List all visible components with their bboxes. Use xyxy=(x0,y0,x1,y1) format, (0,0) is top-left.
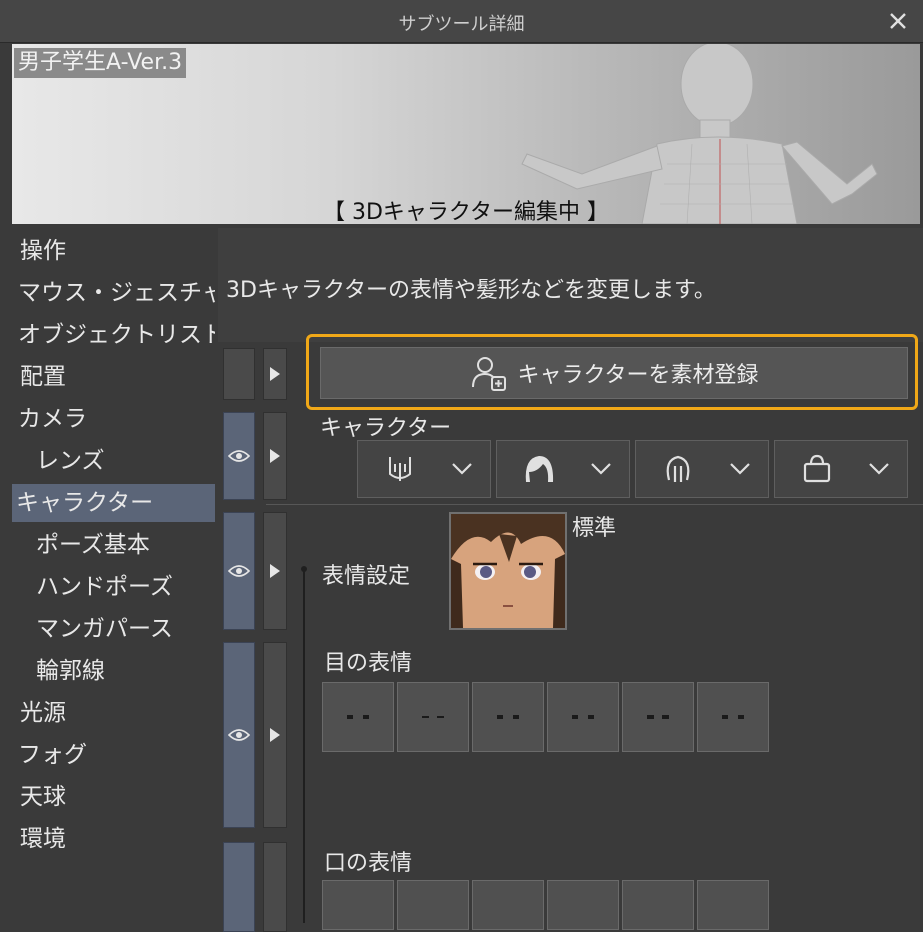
character-face-icon xyxy=(451,514,565,628)
character-label: キャラクター xyxy=(320,416,452,441)
sidebar-item-lens[interactable]: レンズ xyxy=(12,442,215,480)
visibility-toggle[interactable] xyxy=(223,512,255,630)
expression-preset-thumbnail[interactable] xyxy=(449,512,567,630)
sidebar-item-camera[interactable]: カメラ xyxy=(12,400,215,438)
tree-line xyxy=(303,570,305,923)
section-divider xyxy=(266,504,923,505)
sidebar-item-label: 天球 xyxy=(20,784,66,810)
head-icon xyxy=(666,455,690,482)
sidebar-item-label: ポーズ基本 xyxy=(36,532,150,558)
subtool-name: 男子学生A-Ver.3 xyxy=(14,48,187,78)
register-button-label: キャラクターを素材登録 xyxy=(517,363,759,388)
sidebar-item-manga-perspective[interactable]: マンガパース xyxy=(12,610,215,648)
sidebar-item-hand-pose[interactable]: ハンドポーズ xyxy=(12,568,215,606)
mouth-expression-label: 口の表情 xyxy=(324,851,413,876)
expand-toggle[interactable] xyxy=(263,512,287,630)
sidebar-item-mouse-gesture[interactable]: マウス・ジェスチャー xyxy=(12,274,215,312)
chevron-down-icon xyxy=(869,463,889,475)
category-sidebar: 操作 マウス・ジェスチャー オブジェクトリスト 配置 カメラ レンズ キャラクタ… xyxy=(12,228,216,923)
visibility-toggle-empty[interactable] xyxy=(223,348,255,400)
sidebar-item-sky-sphere[interactable]: 天球 xyxy=(12,778,215,816)
chevron-down-icon xyxy=(591,463,611,475)
eye-icon xyxy=(228,729,250,741)
sidebar-item-label: 操作 xyxy=(20,238,66,264)
expression-settings-label: 表情設定 xyxy=(322,564,411,589)
description-text: 3Dキャラクターの表情や髪形などを変更します。 xyxy=(226,278,716,303)
expand-toggle[interactable] xyxy=(263,642,287,828)
chevron-down-icon xyxy=(730,463,750,475)
play-arrow-icon xyxy=(270,449,280,463)
sidebar-item-label: 環境 xyxy=(20,826,66,852)
visibility-toggle[interactable] xyxy=(223,842,255,932)
sidebar-item-environment[interactable]: 環境 xyxy=(12,820,215,858)
sidebar-item-label: マウス・ジェスチャー xyxy=(18,280,215,306)
hair-icon xyxy=(525,456,554,482)
chevron-down-icon xyxy=(452,463,472,475)
sidebar-item-label: 配置 xyxy=(20,364,66,390)
eyes-preview-icon xyxy=(422,716,444,718)
head-dropdown[interactable] xyxy=(635,440,769,498)
visibility-toggle[interactable] xyxy=(223,642,255,828)
sidebar-item-pose-basic[interactable]: ポーズ基本 xyxy=(12,526,215,564)
play-arrow-icon xyxy=(270,564,280,578)
visibility-toggle[interactable] xyxy=(223,412,255,500)
title-bar: サブツール詳細 xyxy=(0,0,923,43)
accessory-dropdown[interactable] xyxy=(774,440,908,498)
play-arrow-icon xyxy=(270,367,280,381)
eyes-preview-icon xyxy=(722,715,744,719)
window-title: サブツール詳細 xyxy=(398,14,525,35)
expand-toggle[interactable] xyxy=(263,348,287,400)
subtool-preview: 男子学生A-Ver.3 【 3Dキャラクター編集中 】 xyxy=(12,44,920,224)
hair-dropdown[interactable] xyxy=(496,440,630,498)
body-icon xyxy=(389,457,411,481)
eye-expression-tile[interactable] xyxy=(697,682,769,752)
sidebar-item-outline[interactable]: 輪郭線 xyxy=(12,652,215,690)
eye-expression-tile[interactable] xyxy=(547,682,619,752)
sidebar-item-label: 輪郭線 xyxy=(36,658,105,684)
sidebar-item-fog[interactable]: フォグ xyxy=(12,736,215,774)
sidebar-item-placement[interactable]: 配置 xyxy=(12,358,215,396)
sidebar-item-label: オブジェクトリスト xyxy=(18,322,215,348)
close-button[interactable] xyxy=(883,6,913,36)
bag-icon xyxy=(803,454,831,483)
sidebar-item-label: レンズ xyxy=(36,448,105,474)
play-arrow-icon xyxy=(270,728,280,742)
expression-preset-name: 標準 xyxy=(572,516,617,541)
sidebar-item-light-source[interactable]: 光源 xyxy=(12,694,215,732)
user-add-icon xyxy=(472,357,507,391)
sidebar-item-label: キャラクター xyxy=(16,490,154,516)
sidebar-item-label: ハンドポーズ xyxy=(36,574,173,600)
eye-expression-tile[interactable] xyxy=(472,682,544,752)
description-panel: 3Dキャラクターの表情や髪形などを変更します。 xyxy=(218,228,923,342)
sidebar-item-character[interactable]: キャラクター xyxy=(12,484,215,522)
expand-toggle[interactable] xyxy=(263,412,287,500)
eyes-preview-icon xyxy=(347,715,369,719)
eye-icon xyxy=(228,450,250,462)
register-character-as-material-button[interactable]: キャラクターを素材登録 xyxy=(320,347,908,399)
body-dropdown[interactable] xyxy=(357,440,491,498)
sidebar-item-label: 光源 xyxy=(20,700,66,726)
eye-icon xyxy=(228,565,250,577)
sidebar-item-label: フォグ xyxy=(18,742,87,768)
eye-expression-tile[interactable] xyxy=(322,682,394,752)
expand-toggle[interactable] xyxy=(263,842,287,932)
sidebar-item-object-list[interactable]: オブジェクトリスト xyxy=(12,316,215,354)
eyes-preview-icon xyxy=(497,715,519,719)
eyes-preview-icon xyxy=(647,715,669,719)
eye-expression-tile[interactable] xyxy=(397,682,469,752)
sidebar-item-label: マンガパース xyxy=(36,616,173,642)
eyes-preview-icon xyxy=(572,715,594,719)
sidebar-item-label: カメラ xyxy=(18,406,87,432)
sidebar-item-operation[interactable]: 操作 xyxy=(12,232,215,270)
close-icon xyxy=(890,13,906,29)
edit-status: 【 3Dキャラクター編集中 】 xyxy=(322,200,610,224)
eye-expression-tile[interactable] xyxy=(622,682,694,752)
eye-expression-label: 目の表情 xyxy=(324,651,413,676)
